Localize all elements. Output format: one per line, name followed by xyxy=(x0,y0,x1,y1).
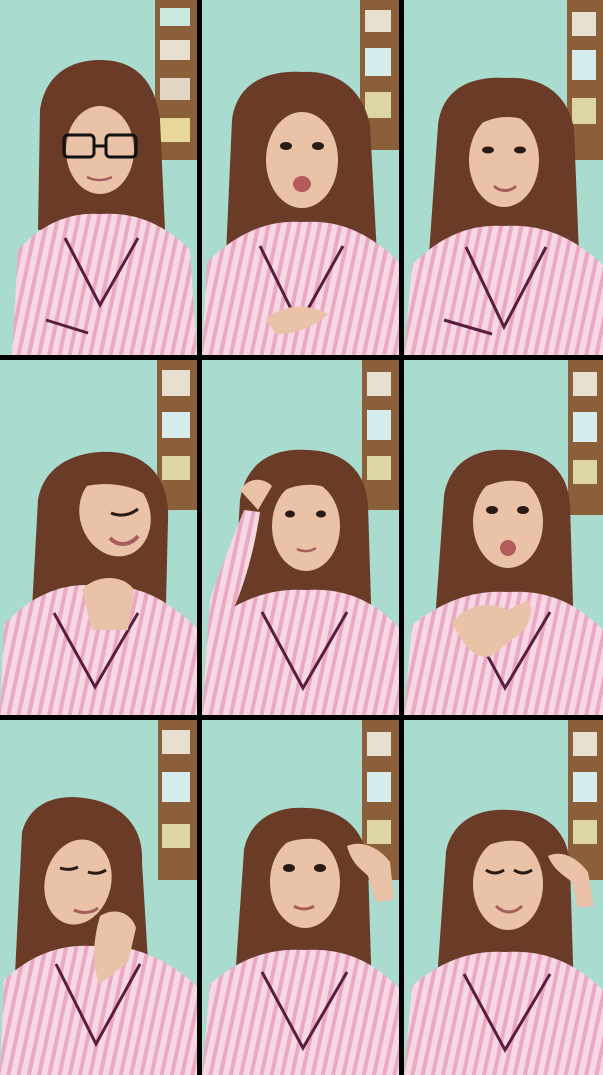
collage-frame-2 xyxy=(202,0,399,355)
portrait-looking-up-mouth-open xyxy=(202,0,399,355)
portrait-pointing-at-temple xyxy=(202,720,399,1075)
portrait-speaking xyxy=(404,0,603,355)
collage-frame-1 xyxy=(0,0,197,355)
collage-frame-6 xyxy=(404,360,603,715)
collage-frame-3 xyxy=(404,0,603,355)
collage-frame-5 xyxy=(202,360,399,715)
portrait-hand-on-neck-head-tilt xyxy=(0,720,197,1075)
collage-frame-9 xyxy=(404,720,603,1075)
collage-frame-4 xyxy=(0,360,197,715)
portrait-pointing-at-temple-smile xyxy=(404,720,603,1075)
collage-frame-8 xyxy=(202,720,399,1075)
portrait-glasses-on xyxy=(0,0,197,355)
portrait-hand-in-hair xyxy=(202,360,399,715)
photo-collage xyxy=(0,0,603,1075)
portrait-hand-on-chest-surprised xyxy=(404,360,603,715)
collage-frame-7 xyxy=(0,720,197,1075)
portrait-head-tilt-smile xyxy=(0,360,197,715)
